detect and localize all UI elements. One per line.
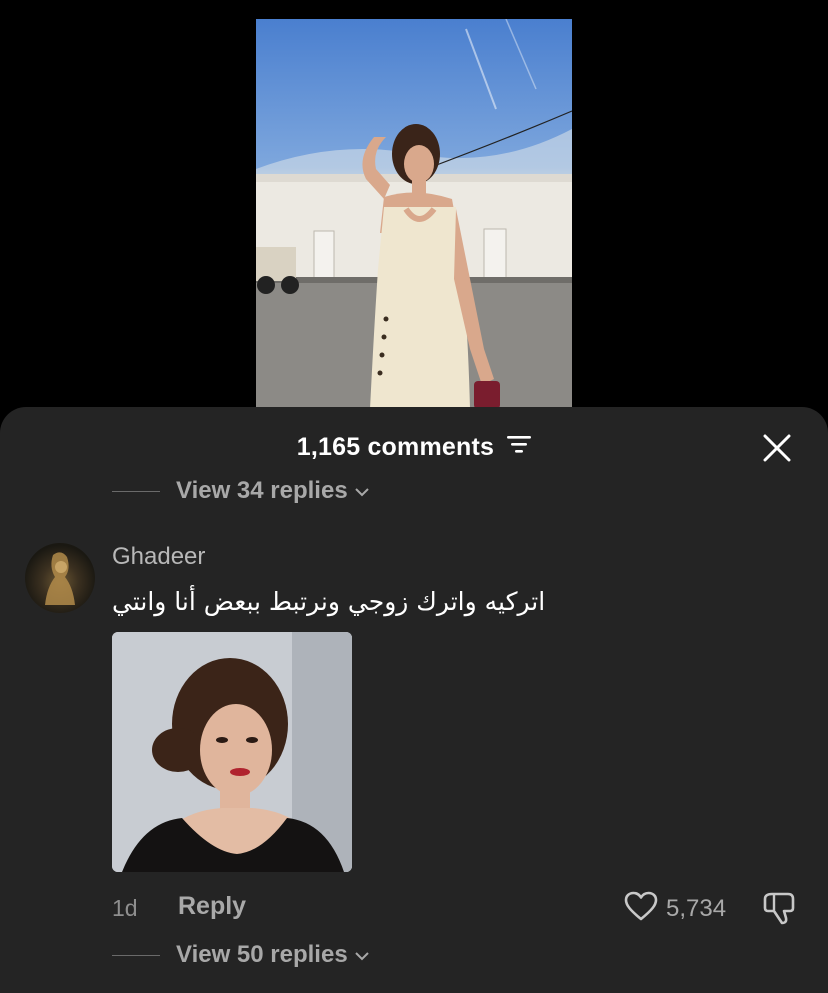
comment-username[interactable]: Ghadeer: [112, 543, 205, 571]
avatar[interactable]: [25, 543, 95, 613]
thumbs-down-icon[interactable]: [762, 890, 798, 926]
video-frame-illustration: [256, 19, 572, 409]
comment-count: 1,165 comments: [296, 433, 495, 461]
prev-view-replies-button[interactable]: View 34 replies: [112, 477, 370, 505]
divider-line: [112, 491, 160, 492]
comment-text: اتركيه واترك زوجي ونرتبط ببعض أنا وانتي: [112, 587, 546, 616]
like-count: 5,734: [666, 894, 727, 922]
video-preview[interactable]: [256, 19, 572, 409]
divider-line: [112, 955, 160, 956]
comments-header[interactable]: 1,165 comments: [0, 433, 828, 462]
view-replies-button[interactable]: View 50 replies: [112, 941, 370, 969]
heart-icon: [624, 891, 658, 926]
reply-button[interactable]: Reply: [178, 892, 246, 921]
chevron-down-icon: [354, 941, 370, 969]
filter-icon[interactable]: [507, 432, 532, 461]
comment-attached-image[interactable]: [112, 632, 352, 872]
comments-sheet: 1,165 comments View 34 replies Ghadeer ا…: [0, 407, 828, 993]
like-button[interactable]: 5,734: [624, 891, 726, 926]
view-replies-label: View 34 replies: [176, 477, 348, 504]
view-replies-label: View 50 replies: [176, 941, 348, 968]
chevron-down-icon: [354, 477, 370, 505]
close-icon[interactable]: [763, 434, 791, 462]
comment-time: 1d: [112, 895, 138, 921]
